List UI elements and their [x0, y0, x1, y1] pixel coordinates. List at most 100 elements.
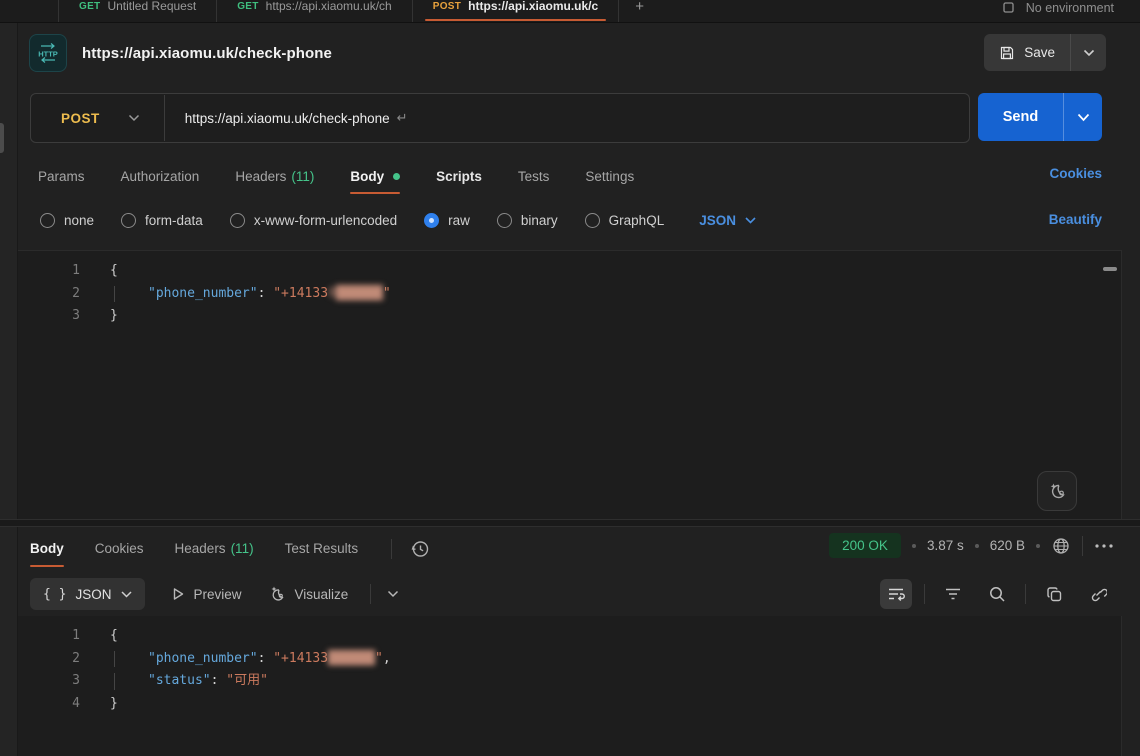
request-body-code[interactable]: {"phone_number": "+141330██████"}	[110, 260, 1091, 328]
pane-resize-handle[interactable]	[0, 519, 1140, 527]
response-format-select[interactable]: { } JSON	[30, 578, 145, 610]
tab-authorization[interactable]: Authorization	[121, 158, 200, 194]
save-options-button[interactable]	[1071, 34, 1106, 71]
search-icon	[988, 585, 1006, 603]
filter-button[interactable]	[937, 579, 969, 609]
line-number: 2	[18, 283, 80, 306]
code-token-punct: :	[211, 673, 227, 688]
network-info-button[interactable]	[1051, 536, 1071, 556]
body-mode-label: x-www-form-urlencoded	[254, 213, 397, 228]
body-mode-none[interactable]: none	[40, 213, 94, 228]
tab-headers[interactable]: Headers(11)	[235, 158, 314, 194]
code-token-key: "phone_number"	[148, 286, 258, 301]
body-format-label: JSON	[699, 213, 736, 228]
status-badge[interactable]: 200 OK	[829, 533, 901, 558]
response-meta: 200 OK 3.87 s 620 B	[829, 533, 1114, 558]
tab-label: Body	[30, 541, 64, 556]
tab-label: Authorization	[121, 169, 200, 184]
code-token-brace: {	[110, 263, 118, 278]
response-tab-headers[interactable]: Headers(11)	[175, 530, 254, 567]
chevron-down-icon	[1083, 49, 1095, 57]
request-tab[interactable]: POSThttps://api.xiaomu.uk/c	[413, 0, 619, 22]
visualize-button[interactable]: Visualize	[268, 585, 349, 603]
view-options-button[interactable]	[387, 590, 399, 598]
tab-method-label: GET	[79, 1, 100, 12]
body-mode-label: binary	[521, 213, 558, 228]
body-mode-GraphQL[interactable]: GraphQL	[585, 213, 665, 228]
tab-label: Tests	[518, 169, 550, 184]
copy-button[interactable]	[1038, 579, 1070, 609]
body-mode-form-data[interactable]: form-data	[121, 213, 203, 228]
method-label: POST	[61, 111, 100, 126]
beautify-link[interactable]: Beautify	[1049, 212, 1102, 227]
history-clock-icon	[410, 539, 430, 559]
response-tab-extras	[391, 539, 430, 559]
method-selector[interactable]: POST	[31, 94, 164, 142]
response-time[interactable]: 3.87 s	[927, 538, 964, 553]
environment-selector[interactable]: No environment	[1002, 0, 1114, 22]
code-token-redacted: ██████	[328, 651, 375, 666]
tab-title-label: Untitled Request	[107, 0, 196, 13]
line-number-gutter: 1234	[18, 625, 80, 715]
response-tab-list: Body Cookies Headers(11) Test Results	[30, 530, 358, 567]
tab-tests[interactable]: Tests	[518, 158, 550, 194]
request-tab[interactable]: GET Untitled Request	[58, 0, 217, 22]
response-body-code[interactable]: {"phone_number": "+14133██████","status"…	[110, 625, 1091, 715]
radio-icon	[497, 213, 512, 228]
cookies-link[interactable]: Cookies	[1049, 166, 1102, 181]
line-number: 1	[18, 625, 80, 648]
body-content-dot	[393, 173, 400, 180]
history-button[interactable]	[410, 539, 430, 559]
tab-method-label: GET	[237, 1, 258, 12]
code-token-key: "phone_number"	[148, 651, 258, 666]
wrap-lines-button[interactable]	[880, 579, 912, 609]
tab-title-label: https://api.xiaomu.uk/ch	[266, 0, 392, 13]
tab-scripts[interactable]: Scripts	[436, 158, 482, 194]
code-token-redacted: 0██████	[328, 286, 383, 301]
save-button[interactable]: Save	[984, 34, 1071, 71]
response-tab-cookies[interactable]: Cookies	[95, 530, 144, 567]
url-input[interactable]: https://api.xiaomu.uk/check-phone ↵	[185, 94, 969, 142]
response-body-viewer[interactable]: 1234 {"phone_number": "+14133██████","st…	[18, 616, 1122, 756]
filter-icon	[944, 587, 962, 601]
braces-icon: { }	[43, 587, 66, 602]
sidebar-collapsed-marker[interactable]	[0, 123, 4, 153]
scrollbar-thumb[interactable]	[1103, 267, 1117, 271]
save-button-group: Save	[984, 34, 1106, 71]
code-line: {	[110, 260, 1091, 283]
tab-label: Scripts	[436, 169, 482, 184]
preview-button[interactable]: Preview	[171, 587, 242, 602]
more-actions-button[interactable]	[1094, 543, 1114, 549]
tab-label: Settings	[585, 169, 634, 184]
send-button-group: Send	[978, 93, 1102, 141]
response-toolbar-right	[880, 579, 1114, 609]
body-format-select[interactable]: JSON	[699, 213, 756, 228]
request-tab[interactable]: GET https://api.xiaomu.uk/ch	[217, 0, 413, 22]
save-response-link-button[interactable]	[1082, 579, 1114, 609]
environment-icon	[1002, 1, 1017, 16]
response-tab-body[interactable]: Body	[30, 530, 64, 567]
radio-icon	[121, 213, 136, 228]
code-line: "status": "可用"	[110, 670, 1091, 693]
send-button[interactable]: Send	[978, 93, 1064, 141]
body-mode-label: none	[64, 213, 94, 228]
tab-params[interactable]: Params	[38, 158, 85, 194]
tab-settings[interactable]: Settings	[585, 158, 634, 194]
request-body-editor[interactable]: 123 {"phone_number": "+141330██████"}	[18, 250, 1122, 520]
body-mode-label: GraphQL	[609, 213, 665, 228]
search-button[interactable]	[981, 579, 1013, 609]
new-tab-button[interactable]: +	[619, 0, 660, 22]
postbot-button[interactable]	[1037, 471, 1077, 511]
send-options-button[interactable]	[1064, 93, 1102, 141]
body-mode-x-www-form-urlencoded[interactable]: x-www-form-urlencoded	[230, 213, 397, 228]
body-mode-binary[interactable]: binary	[497, 213, 558, 228]
radio-icon	[40, 213, 55, 228]
tab-label: Cookies	[95, 541, 144, 556]
response-tab-test-results[interactable]: Test Results	[285, 530, 359, 567]
body-mode-label: raw	[448, 213, 470, 228]
response-size[interactable]: 620 B	[990, 538, 1025, 553]
code-token-string: "	[383, 286, 391, 301]
body-mode-raw[interactable]: raw	[424, 213, 470, 228]
code-token-punct: ,	[383, 651, 391, 666]
tab-body[interactable]: Body	[350, 158, 400, 194]
